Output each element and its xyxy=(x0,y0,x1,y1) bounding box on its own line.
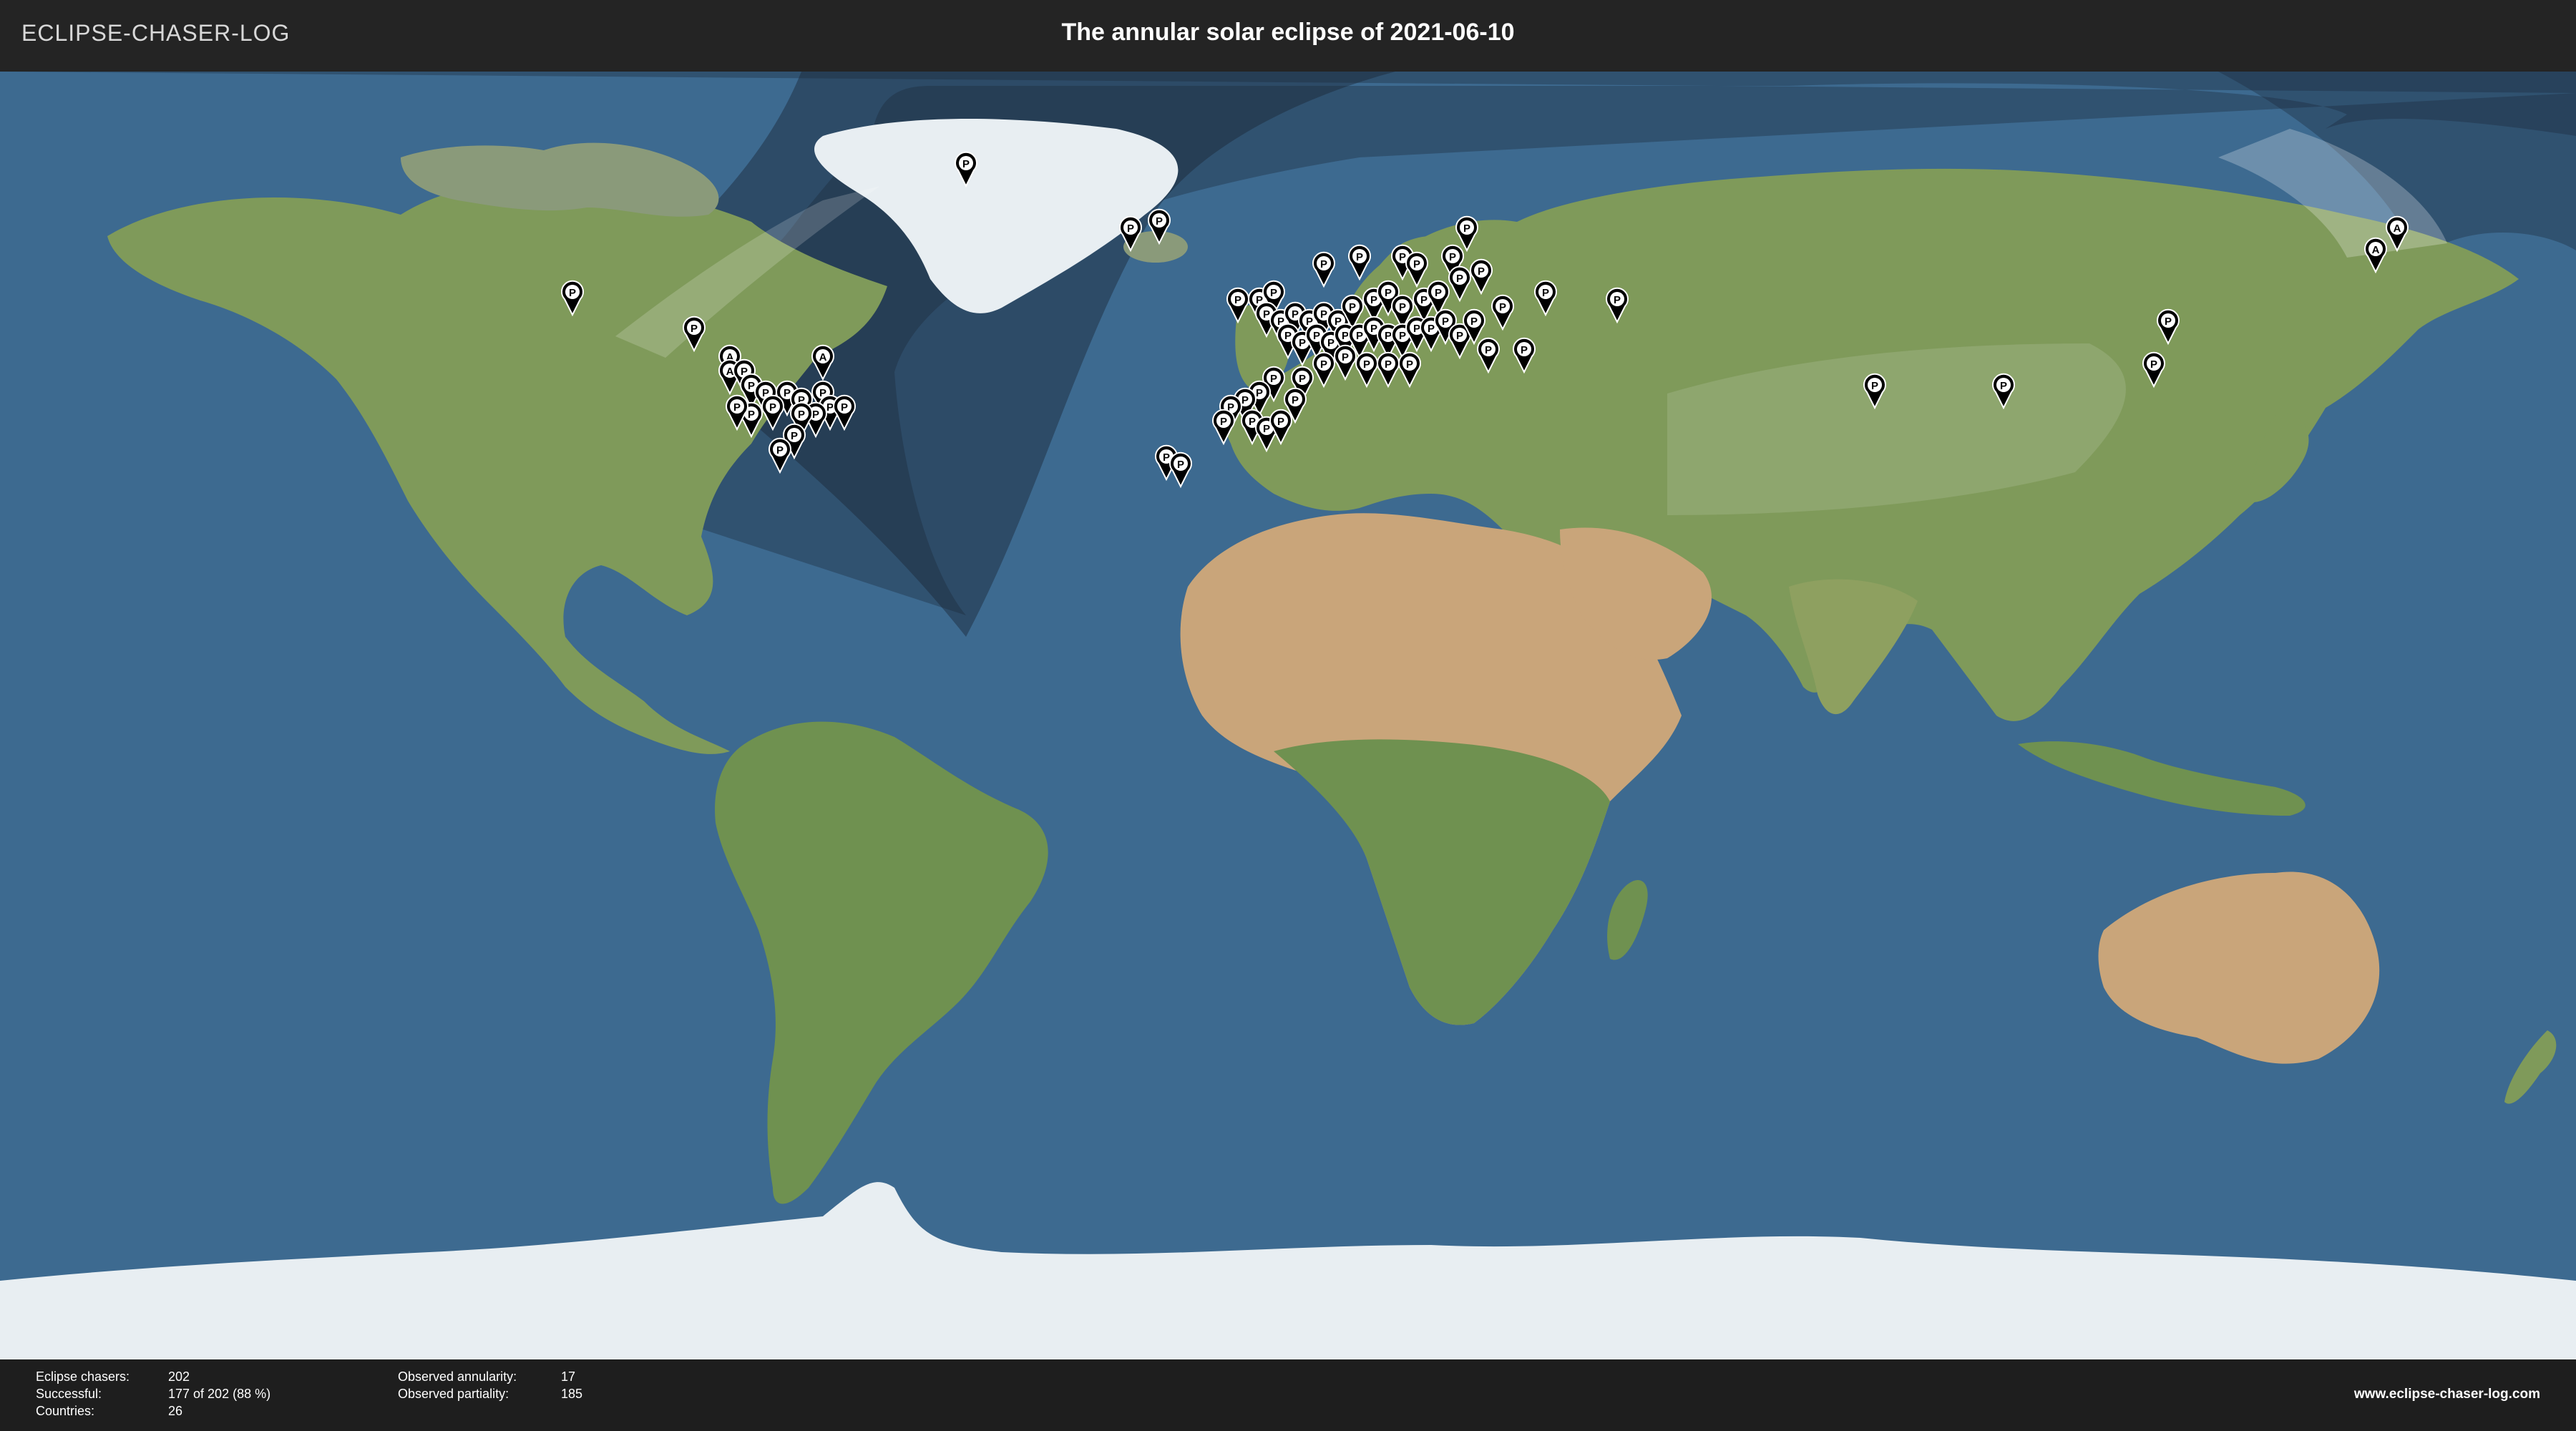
pin-label: P xyxy=(1413,258,1420,270)
pin-label: P xyxy=(784,387,791,399)
pin-label: P xyxy=(1499,301,1506,313)
pin-label: P xyxy=(1470,316,1478,328)
pin-label: P xyxy=(1478,265,1485,278)
pin-label: P xyxy=(1156,215,1163,228)
pin-label: P xyxy=(1456,273,1463,285)
pin-label: P xyxy=(1234,294,1241,306)
pin-label: P xyxy=(769,401,776,414)
pin-label: P xyxy=(1177,459,1184,471)
pin-label: P xyxy=(1356,330,1363,342)
pin-label: P xyxy=(776,444,784,456)
pin-label: P xyxy=(1327,337,1335,349)
pin-label: A xyxy=(819,351,827,363)
footer-bar: Eclipse chasers: 202 Successful: 177 of … xyxy=(0,1359,2576,1431)
pin-label: P xyxy=(1463,223,1470,235)
pin-label: P xyxy=(1370,323,1377,335)
pin-label: P xyxy=(1435,287,1442,299)
pin-label: P xyxy=(1521,344,1528,356)
pin-label: P xyxy=(1249,416,1256,428)
pin-label: P xyxy=(1442,316,1449,328)
header-bar: ECLIPSE-CHASER-LOG The annular solar ecl… xyxy=(0,0,2576,72)
pin-label: P xyxy=(1449,251,1456,263)
stat-label: Eclipse chasers: xyxy=(36,1369,130,1384)
pin-label: A xyxy=(2394,223,2401,235)
pin-label: P xyxy=(962,158,970,170)
pin-label: P xyxy=(1299,373,1306,385)
stat-label: Successful: xyxy=(36,1387,102,1401)
pin-label: P xyxy=(1320,358,1327,371)
pin-label: P xyxy=(1614,294,1621,306)
pin-label: P xyxy=(1299,337,1306,349)
pin-label: A xyxy=(726,366,734,378)
pin-label: P xyxy=(1313,330,1320,342)
pin-label: P xyxy=(1420,294,1428,306)
pin-label: P xyxy=(2165,316,2172,328)
pin-label: P xyxy=(1256,387,1263,399)
pin-label: P xyxy=(1127,223,1134,235)
pin-label: P xyxy=(1342,330,1349,342)
stat-value: 26 xyxy=(168,1404,183,1418)
world-map[interactable]: PPAAAPPPPPPPPPPPPPPPPPPPPPPPPPPPPPPPPPPP… xyxy=(0,72,2576,1359)
pin-label: P xyxy=(1263,308,1270,321)
pin-label: P xyxy=(1342,351,1349,363)
pin-label: P xyxy=(691,323,698,335)
stat-label: Observed partiality: xyxy=(398,1387,509,1401)
pin-label: P xyxy=(1270,373,1277,385)
pin-label: P xyxy=(1320,258,1327,270)
page-title: The annular solar eclipse of 2021-06-10 xyxy=(1061,19,1515,46)
pin-label: P xyxy=(1399,251,1406,263)
pin-label: P xyxy=(1363,358,1370,371)
pin-label: P xyxy=(2150,358,2157,371)
pin-label: P xyxy=(798,409,805,421)
stat-value: 202 xyxy=(168,1369,190,1384)
pin-label: P xyxy=(1542,287,1549,299)
pin-label: P xyxy=(1413,323,1420,335)
stat-value: 177 of 202 (88 %) xyxy=(168,1387,271,1401)
pin-label: P xyxy=(1277,416,1284,428)
pin-label: P xyxy=(1385,330,1392,342)
pin-label: P xyxy=(1370,294,1377,306)
pin-label: P xyxy=(1456,330,1463,342)
website-link[interactable]: www.eclipse-chaser-log.com xyxy=(2354,1387,2540,1402)
stat-value: 185 xyxy=(561,1387,583,1401)
pin-label: P xyxy=(841,401,848,414)
pin-label: P xyxy=(733,401,741,414)
pin-label: P xyxy=(1320,308,1327,321)
pin-label: P xyxy=(569,287,576,299)
pin-label: A xyxy=(2372,244,2380,256)
pin-label: P xyxy=(812,409,819,421)
pin-label: P xyxy=(1284,330,1292,342)
pin-label: P xyxy=(1871,380,1878,392)
pin-label: P xyxy=(1270,287,1277,299)
pin-label: P xyxy=(1399,301,1406,313)
pin-label: P xyxy=(1349,301,1356,313)
pin-label: P xyxy=(1356,251,1363,263)
pin-label: P xyxy=(748,409,755,421)
pin-label: P xyxy=(1385,358,1392,371)
world-map-svg: PPA AA PPP PPPPPPPPPPPPPPPPPPP PPPPPP PPPPPPP… xyxy=(0,72,2576,1359)
pin-label: P xyxy=(1263,423,1270,435)
pin-label: P xyxy=(1428,323,1435,335)
pin-label: P xyxy=(826,401,834,414)
pin-label: P xyxy=(1292,308,1299,321)
pin-label: P xyxy=(748,380,755,392)
pin-label: P xyxy=(1399,330,1406,342)
pin-label: P xyxy=(1220,416,1227,428)
pin-label: P xyxy=(1406,358,1413,371)
stat-label: Countries: xyxy=(36,1404,95,1418)
pin-label: P xyxy=(2000,380,2007,392)
pin-label: P xyxy=(1163,451,1170,464)
pin-label: P xyxy=(1385,287,1392,299)
pin-label: P xyxy=(1292,394,1299,406)
stat-label: Observed annularity: xyxy=(398,1369,517,1384)
pin-label: P xyxy=(1241,394,1249,406)
pin-label: P xyxy=(791,430,798,442)
pin-label: P xyxy=(1485,344,1492,356)
stat-value: 17 xyxy=(561,1369,576,1384)
